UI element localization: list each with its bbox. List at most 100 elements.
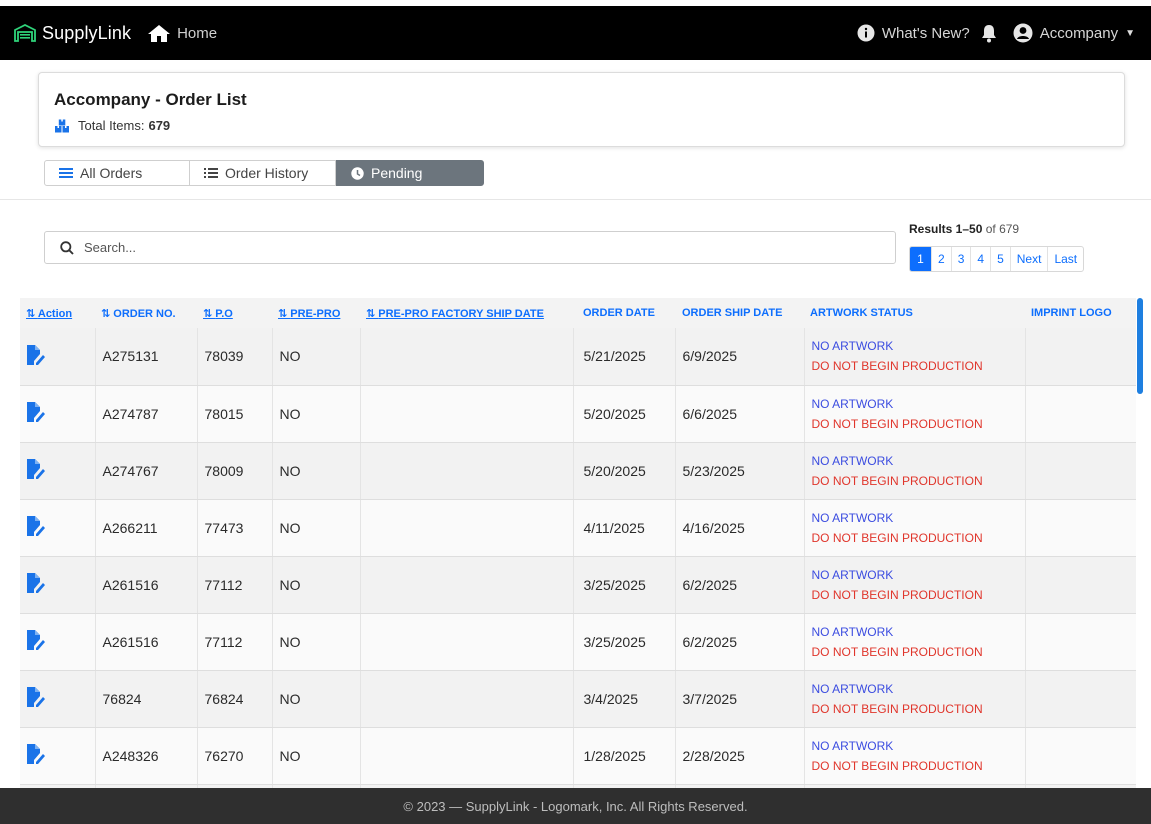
table-scrollbar[interactable] <box>1137 298 1143 788</box>
tab-pending[interactable]: Pending <box>336 160 484 186</box>
footer-copyright: © 2023 — SupplyLink - Logomark, Inc. All… <box>403 798 748 814</box>
pre-pro-ship-cell <box>360 556 574 614</box>
column-header-order-no[interactable]: ⇅ ORDER NO. <box>95 298 197 328</box>
order-no-cell: A261516 <box>95 613 198 671</box>
total-items: Total Items: 679 <box>54 118 170 133</box>
pre-pro-ship-cell <box>360 385 574 443</box>
artwork-status-primary: NO ARTWORK <box>811 510 894 525</box>
action-cell <box>20 613 96 671</box>
edit-order-icon[interactable] <box>26 515 46 540</box>
order-date-cell: 5/20/2025 <box>573 385 676 443</box>
results-total: of 679 <box>985 222 1020 236</box>
top-navbar: SupplyLink Home What's New? Accompany ▼ <box>0 6 1151 60</box>
table-row: A261516 77112 NO 3/25/2025 6/2/2025 NO ARTWOR… <box>20 613 1136 671</box>
order-no-cell: 76824 <box>95 670 198 728</box>
orders-table-container: ⇅ Action ⇅ ORDER NO. ⇅ P.O ⇅ PRE-PRO ⇅ P… <box>20 298 1136 788</box>
artwork-status-cell: NO ARTWORK DO NOT BEGIN PRODUCTION <box>804 670 1026 728</box>
table-header-row: ⇅ Action ⇅ ORDER NO. ⇅ P.O ⇅ PRE-PRO ⇅ P… <box>20 298 1136 328</box>
tab-order-history[interactable]: Order History <box>190 160 336 186</box>
column-header-imprint-logo: IMPRINT LOGO <box>1025 298 1136 328</box>
order-date-cell: 5/21/2025 <box>573 328 676 386</box>
edit-order-icon[interactable] <box>26 344 46 369</box>
order-ship-date-cell: 3/7/2025 <box>675 670 805 728</box>
action-cell <box>20 499 96 557</box>
po-cell: 76270 <box>197 727 273 785</box>
last-page-button[interactable]: Last <box>1048 247 1083 271</box>
order-date-cell: 3/4/2025 <box>573 670 676 728</box>
order-ship-date-cell: 6/2/2025 <box>675 613 805 671</box>
page-4-button[interactable]: 4 <box>971 247 992 271</box>
bars-icon <box>59 168 73 178</box>
table-row: A274787 78015 NO 5/20/2025 6/6/2025 NO ARTWOR… <box>20 385 1136 443</box>
orders-table: ⇅ Action ⇅ ORDER NO. ⇅ P.O ⇅ PRE-PRO ⇅ P… <box>20 298 1136 788</box>
user-circle-icon <box>1013 23 1033 43</box>
imprint-logo-cell <box>1025 442 1136 500</box>
column-header-pre-pro[interactable]: ⇅ PRE-PRO <box>272 298 360 328</box>
total-items-value: 679 <box>148 118 171 133</box>
artwork-status-cell: NO ARTWORK DO NOT BEGIN PRODUCTION <box>804 385 1026 443</box>
list-icon <box>204 168 218 178</box>
po-cell: 78039 <box>197 328 273 386</box>
order-date-cell: 1/28/2025 <box>573 727 676 785</box>
column-header-action[interactable]: ⇅ Action <box>20 298 95 328</box>
tab-order-history-label: Order History <box>225 165 309 181</box>
table-row: 76824 76824 NO 3/4/2025 3/7/2025 NO ARTWORK DO… <box>20 670 1136 728</box>
whats-new-label: What's New? <box>881 24 970 42</box>
artwork-status-primary: NO ARTWORK <box>811 339 894 353</box>
order-no-cell: A274767 <box>95 442 198 500</box>
page-2-button[interactable]: 2 <box>932 247 952 271</box>
sort-icon: ⇅ <box>26 307 38 320</box>
artwork-status-cell: NO ARTWORK DO NOT BEGIN PRODUCTION <box>804 328 1026 386</box>
next-page-button[interactable]: Next <box>1011 247 1049 271</box>
whats-new-link[interactable]: What's New? <box>857 24 970 42</box>
edit-order-icon[interactable] <box>26 572 46 597</box>
order-no-cell: A266211 <box>95 499 198 557</box>
column-header-po[interactable]: ⇅ P.O <box>197 298 272 328</box>
artwork-status-cell: NO ARTWORK DO NOT BEGIN PRODUCTION <box>804 727 1026 785</box>
total-items-label: Total Items: <box>78 118 145 133</box>
notifications-button[interactable] <box>980 24 1005 43</box>
artwork-status-cell: NO ARTWORK DO NOT BEGIN PRODUCTION <box>804 613 1026 671</box>
sort-icon: ⇅ <box>366 307 379 320</box>
action-cell <box>20 385 96 443</box>
account-label: Accompany <box>1039 24 1119 42</box>
warehouse-icon <box>14 24 36 42</box>
imprint-logo-cell <box>1025 727 1136 785</box>
sort-icon: ⇅ <box>203 307 216 320</box>
artwork-status-warning: DO NOT BEGIN PRODUCTION <box>811 701 983 716</box>
imprint-logo-cell <box>1025 385 1136 443</box>
edit-order-icon[interactable] <box>26 401 46 426</box>
po-cell: 77112 <box>197 556 273 614</box>
pre-pro-cell: NO <box>272 442 361 500</box>
scrollbar-thumb[interactable] <box>1137 298 1143 394</box>
imprint-logo-cell <box>1025 613 1136 671</box>
brand-link[interactable]: SupplyLink <box>14 23 131 44</box>
edit-order-icon[interactable] <box>26 458 46 483</box>
edit-order-icon[interactable] <box>26 743 46 768</box>
search-box[interactable] <box>44 231 896 264</box>
action-cell <box>20 442 96 500</box>
edit-order-icon[interactable] <box>26 629 46 654</box>
sort-icon: ⇅ <box>101 307 114 320</box>
po-cell: 77473 <box>197 499 273 557</box>
order-no-cell: A274787 <box>95 385 198 443</box>
bell-icon <box>981 24 996 42</box>
edit-order-icon[interactable] <box>26 686 46 711</box>
action-cell <box>20 670 96 728</box>
account-menu[interactable]: Accompany ▼ <box>1013 23 1135 43</box>
artwork-status-primary: NO ARTWORK <box>811 681 894 696</box>
imprint-logo-cell <box>1025 499 1136 557</box>
order-no-cell: A261516 <box>95 556 198 614</box>
results-range: Results 1–50 <box>909 222 983 236</box>
artwork-status-warning: DO NOT BEGIN PRODUCTION <box>811 359 983 373</box>
column-header-pre-pro-factory-ship-date[interactable]: ⇅ PRE-PRO FACTORY SHIP DATE <box>360 298 573 328</box>
page-3-button[interactable]: 3 <box>952 247 972 271</box>
page-1-button[interactable]: 1 <box>910 247 932 271</box>
tab-all-orders[interactable]: All Orders <box>44 160 190 186</box>
search-input[interactable] <box>84 240 844 255</box>
page-5-button[interactable]: 5 <box>991 247 1011 271</box>
pre-pro-cell: NO <box>272 385 361 443</box>
imprint-logo-cell <box>1025 328 1136 386</box>
home-link[interactable]: Home <box>147 24 217 43</box>
pre-pro-ship-cell <box>360 613 574 671</box>
